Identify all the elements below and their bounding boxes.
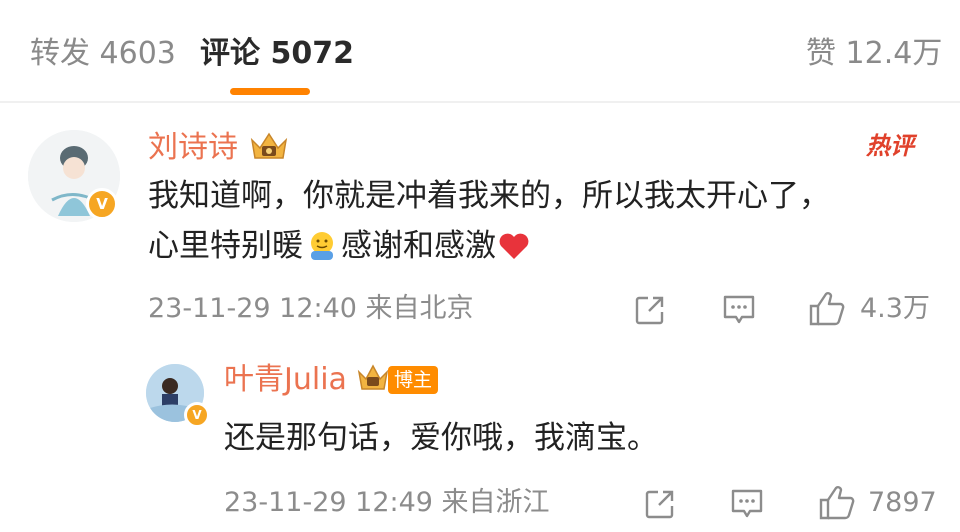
crown-icon <box>357 364 389 390</box>
header-divider <box>0 101 960 103</box>
tab-comments[interactable]: 评论 5072 <box>200 36 354 72</box>
crown-icon <box>250 132 288 159</box>
comment-icon[interactable] <box>730 488 764 520</box>
comment-text-line2: 心里特别暖 感谢和感激 <box>148 226 530 266</box>
comment-text-part: 心里特别暖 <box>148 228 303 264</box>
thumbs-up-icon[interactable] <box>808 290 846 328</box>
reply-meta: 23-11-29 12:49 来自浙江 <box>224 487 550 518</box>
reply-author[interactable]: 叶青Julia <box>224 362 347 398</box>
share-icon[interactable] <box>644 488 676 520</box>
blogger-badge: 博主 <box>388 366 439 394</box>
hug-emoji <box>311 232 333 260</box>
comment-text: 我知道啊，你就是冲着我来的，所以我太开心了， <box>148 178 830 214</box>
reply-text: 还是那句话，爱你哦，我滴宝。 <box>224 420 658 456</box>
like-count: 4.3万 <box>860 293 930 324</box>
comment-text-part: 感谢和感激 <box>341 228 496 264</box>
tab-likes[interactable]: 赞 12.4万 <box>806 36 942 72</box>
comment-author[interactable]: 刘诗诗 <box>148 130 238 166</box>
comment-icon[interactable] <box>722 294 756 326</box>
verified-badge-icon: V <box>184 402 210 428</box>
thumbs-up-icon[interactable] <box>818 484 856 522</box>
share-icon[interactable] <box>634 294 666 326</box>
hot-comment-tag: 热评 <box>866 132 914 160</box>
like-count: 7897 <box>868 487 937 518</box>
tab-repost[interactable]: 转发 4603 <box>30 36 176 72</box>
active-tab-indicator <box>230 88 310 95</box>
comment-meta: 23-11-29 12:40 来自北京 <box>148 293 474 324</box>
verified-badge-icon: V <box>86 188 118 220</box>
heart-emoji <box>499 233 529 259</box>
